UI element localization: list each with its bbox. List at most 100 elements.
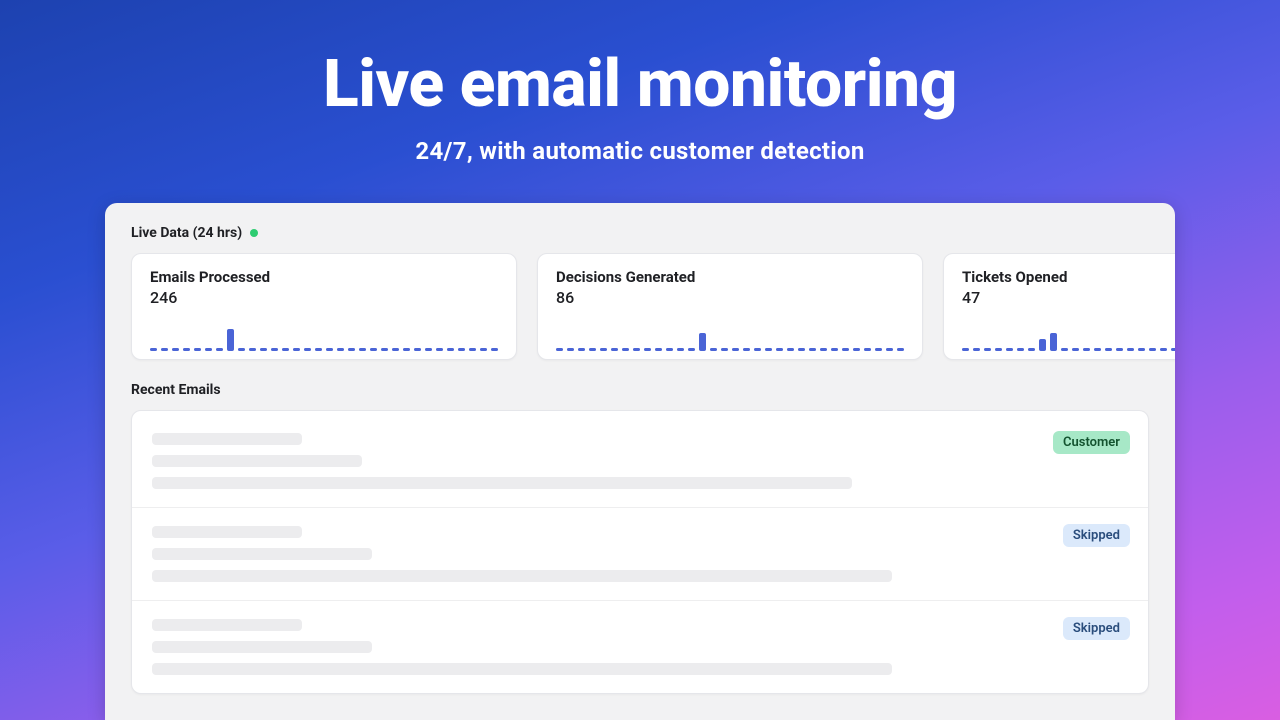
sparkline-bar [260, 348, 267, 351]
page-root: Live email monitoring 24/7, with automat… [0, 0, 1280, 720]
sparkline-bar [611, 348, 618, 351]
sparkline-bar [227, 329, 234, 351]
sparkline-bar [820, 348, 827, 351]
placeholder-line [152, 570, 892, 582]
hero-title: Live email monitoring [323, 46, 957, 123]
sparkline-bar [1039, 339, 1046, 351]
sparkline-bar [414, 348, 421, 351]
sparkline-bar [370, 348, 377, 351]
sparkline-bar [776, 348, 783, 351]
sparkline-bar [677, 348, 684, 351]
sparkline-bar [326, 348, 333, 351]
sparkline-bar [315, 348, 322, 351]
stat-card-decisions-generated: Decisions Generated 86 [537, 253, 923, 360]
sparkline-bar [1149, 348, 1156, 351]
sparkline-bar [973, 348, 980, 351]
sparkline-bar [699, 333, 706, 351]
email-row[interactable]: Skipped [132, 601, 1148, 693]
sparkline-bar [798, 348, 805, 351]
sparkline-bar [666, 348, 673, 351]
placeholder-line [152, 526, 302, 538]
sparkline-bar [469, 348, 476, 351]
live-data-section-label: Live Data (24 hrs) [131, 225, 1149, 241]
sparkline-bar [480, 348, 487, 351]
sparkline-bar [809, 348, 816, 351]
sparkline-bar [304, 348, 311, 351]
sparkline-bar [359, 348, 366, 351]
sparkline-bar [622, 348, 629, 351]
sparkline-bar [995, 348, 1002, 351]
sparkline-bar [732, 348, 739, 351]
sparkline-bar [655, 348, 662, 351]
email-row[interactable]: Skipped [132, 508, 1148, 601]
placeholder-line [152, 433, 302, 445]
sparkline-bar [183, 348, 190, 351]
hero-subtitle: 24/7, with automatic customer detection [415, 137, 864, 165]
sparkline-bar [1116, 348, 1123, 351]
sparkline-bar [1105, 348, 1112, 351]
sparkline-bar [458, 348, 465, 351]
placeholder-line [152, 619, 302, 631]
email-row[interactable]: Customer [132, 415, 1148, 508]
live-indicator-icon [250, 229, 258, 237]
sparkline-bar [150, 348, 157, 351]
stat-card-title: Decisions Generated [556, 268, 904, 286]
stat-card-value: 47 [962, 288, 1175, 307]
status-badge: Customer [1053, 431, 1130, 454]
sparkline-bar [644, 348, 651, 351]
sparkline-bar [1083, 348, 1090, 351]
sparkline-bar [962, 348, 969, 351]
sparkline-bar [765, 348, 772, 351]
sparkline-bar [864, 348, 871, 351]
sparkline-bar [205, 348, 212, 351]
status-badge: Skipped [1063, 617, 1130, 640]
sparkline-bar [271, 348, 278, 351]
sparkline-bar [348, 348, 355, 351]
sparkline-bar [1028, 348, 1035, 351]
sparkline-bar [853, 348, 860, 351]
sparkline-bar [161, 348, 168, 351]
sparkline-bar [392, 348, 399, 351]
sparkline-bar [436, 348, 443, 351]
sparkline-bar [194, 348, 201, 351]
sparkline-bar [886, 348, 893, 351]
stat-card-tickets-opened: Tickets Opened 47 [943, 253, 1175, 360]
sparkline-bar [1094, 348, 1101, 351]
sparkline-decisions-generated [556, 321, 904, 351]
placeholder-line [152, 663, 892, 675]
sparkline-bar [710, 348, 717, 351]
sparkline-bar [1006, 348, 1013, 351]
sparkline-bar [897, 348, 904, 351]
sparkline-bar [743, 348, 750, 351]
sparkline-bar [688, 348, 695, 351]
sparkline-bar [381, 348, 388, 351]
sparkline-bar [1017, 348, 1024, 351]
sparkline-bar [589, 348, 596, 351]
stat-card-title: Tickets Opened [962, 268, 1175, 286]
stat-card-value: 246 [150, 288, 498, 307]
stat-cards-row: Emails Processed 246 Decisions Generated… [131, 253, 1149, 360]
sparkline-bar [1138, 348, 1145, 351]
sparkline-bar [216, 348, 223, 351]
sparkline-bar [556, 348, 563, 351]
sparkline-bar [721, 348, 728, 351]
placeholder-line [152, 548, 372, 560]
sparkline-bar [282, 348, 289, 351]
sparkline-bar [633, 348, 640, 351]
sparkline-bar [1072, 348, 1079, 351]
sparkline-bar [1127, 348, 1134, 351]
sparkline-bar [567, 348, 574, 351]
sparkline-bar [425, 348, 432, 351]
sparkline-bar [875, 348, 882, 351]
sparkline-bar [1050, 333, 1057, 351]
sparkline-bar [491, 348, 498, 351]
sparkline-bar [249, 348, 256, 351]
sparkline-bar [172, 348, 179, 351]
placeholder-line [152, 641, 372, 653]
live-data-label-text: Live Data (24 hrs) [131, 225, 242, 241]
placeholder-line [152, 455, 362, 467]
sparkline-bar [403, 348, 410, 351]
sparkline-bar [754, 348, 761, 351]
sparkline-bar [787, 348, 794, 351]
sparkline-bar [831, 348, 838, 351]
